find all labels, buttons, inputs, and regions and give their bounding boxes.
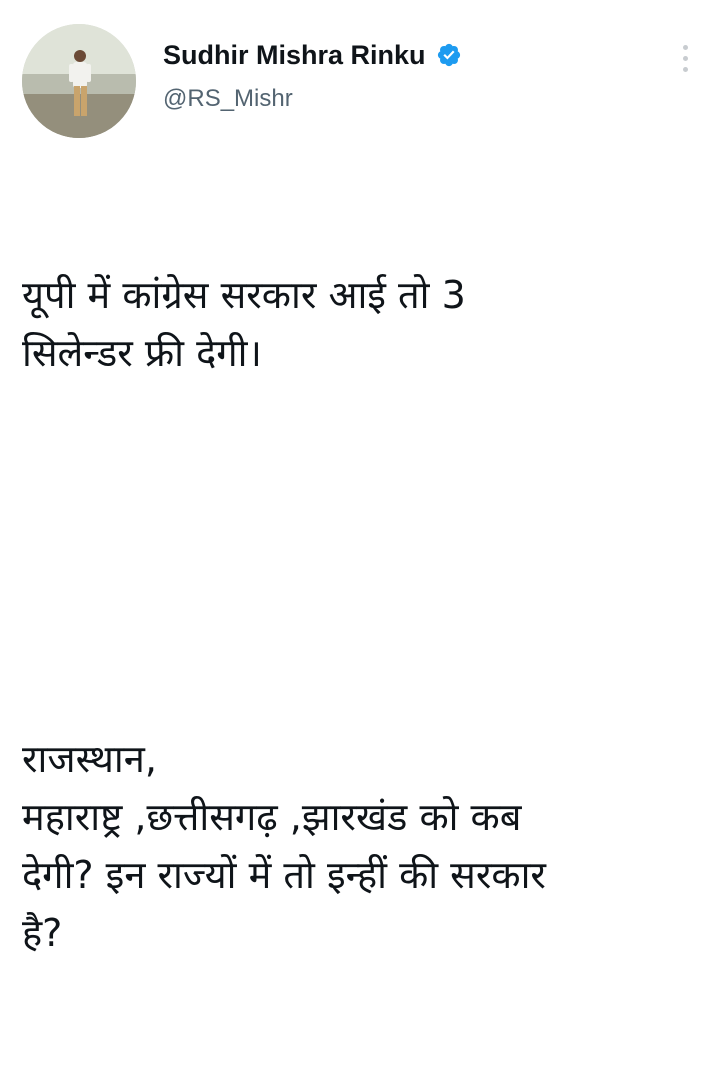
verified-badge-icon [437,43,460,67]
tweet-card: Sudhir Mishra Rinku @RS_Mishr यूपी में क… [0,0,720,955]
avatar[interactable] [22,24,136,138]
avatar-photo [22,24,136,138]
more-options-icon[interactable] [670,36,700,80]
author-name-row: Sudhir Mishra Rinku [163,38,462,72]
tweet-text: यूपी में कांग्रेस सरकार आई तो 3 सिलेन्डर… [22,150,712,1078]
author-handle[interactable]: @RS_Mishr [163,84,462,114]
tweet-paragraph-1: यूपी में कांग्रेस सरकार आई तो 3 सिलेन्डर… [22,273,466,375]
author-display-name[interactable]: Sudhir Mishra Rinku [163,38,426,72]
tweet-paragraph-2: राजस्थान, महाराष्ट्र ,छत्तीसगढ़ ,झारखंड … [22,737,546,955]
tweet-author: Sudhir Mishra Rinku @RS_Mishr [163,38,462,114]
